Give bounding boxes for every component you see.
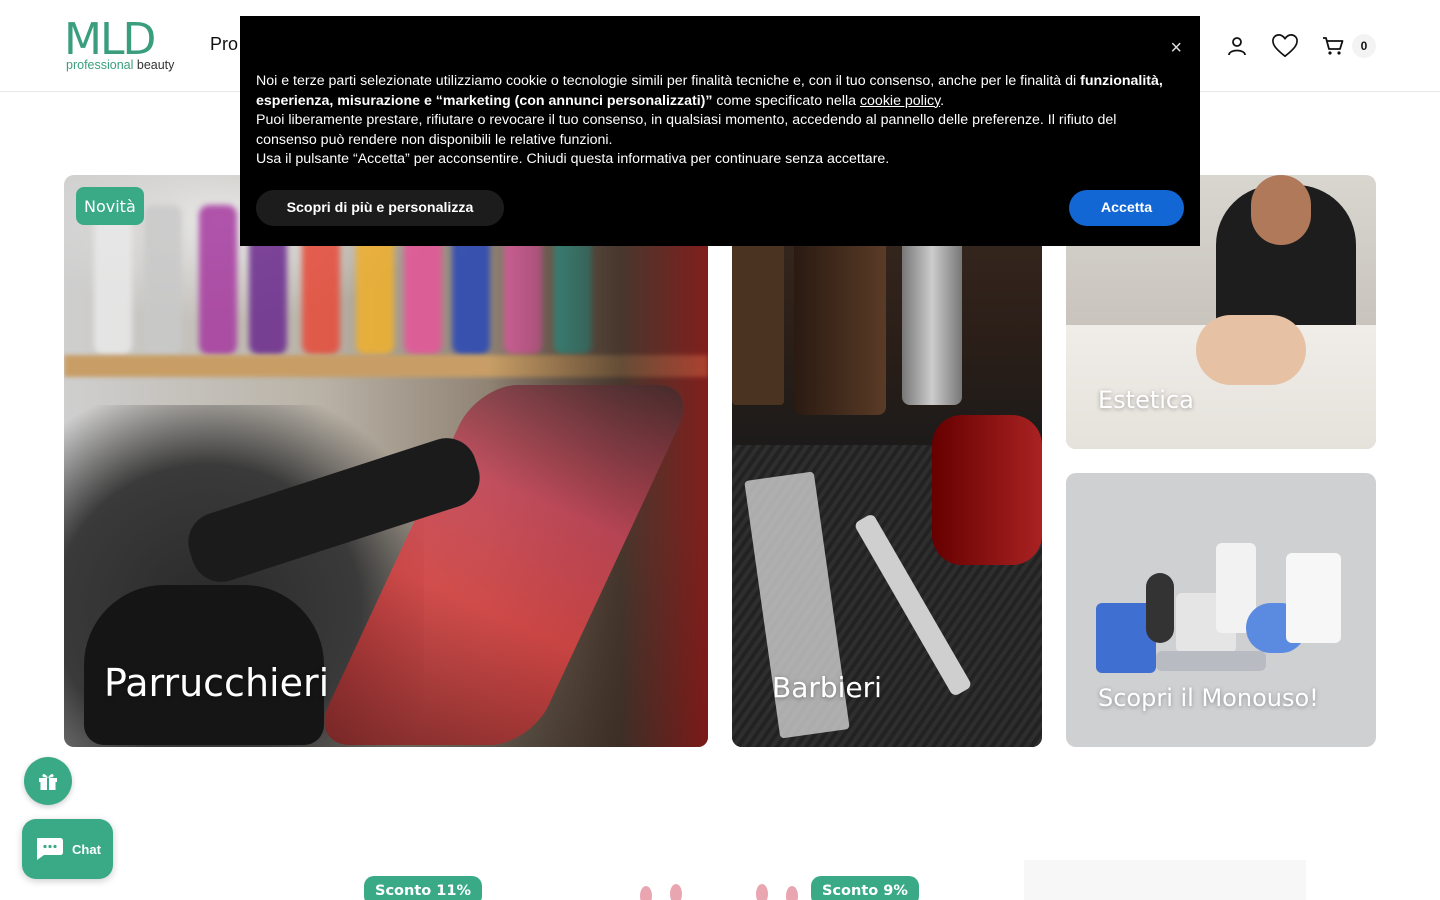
category-tile-parrucchieri[interactable]: Novità Parrucchieri <box>64 175 708 747</box>
cart[interactable]: 0 <box>1320 33 1376 59</box>
photo-client-face <box>1196 315 1306 385</box>
cookie-text-3: Usa il pulsante “Accetta” per acconsenti… <box>256 151 890 168</box>
photo-product <box>1146 573 1174 643</box>
photo-bottle <box>199 205 237 355</box>
new-badge: Novità <box>76 187 144 225</box>
photo-clipper <box>932 415 1042 565</box>
chat-label: Chat <box>72 841 101 857</box>
cookie-policy-link[interactable]: cookie policy <box>860 93 940 109</box>
photo-bottle <box>94 205 132 355</box>
logo-tagline-a: professional <box>66 58 134 72</box>
account-icon[interactable] <box>1224 33 1250 59</box>
photo-product <box>1286 553 1341 643</box>
photo-disposables <box>1096 533 1346 673</box>
discount-badge: Sconto 9% <box>811 876 919 900</box>
category-label-estetica: Estetica <box>1098 386 1194 414</box>
photo-beautician-head <box>1251 175 1311 245</box>
close-icon[interactable]: × <box>1170 38 1182 58</box>
photo-product <box>1156 651 1266 671</box>
header-actions: 0 <box>1176 28 1376 64</box>
photo-bottle <box>732 235 784 405</box>
photo-bottle <box>144 205 182 355</box>
chat-bubble-icon <box>37 838 64 860</box>
site-logo[interactable]: MLD professional beauty <box>64 18 186 74</box>
photo-bottle <box>902 235 962 405</box>
logo-tagline: professional beauty <box>66 58 174 72</box>
cookie-banner: × Noi e terze parti selezionate utilizzi… <box>240 16 1200 246</box>
cookie-text-rest: come specificato nella <box>712 92 860 109</box>
learn-more-customize-button[interactable]: Scopri di più e personalizza <box>256 190 504 226</box>
gift-icon <box>39 774 57 790</box>
product-image[interactable] <box>1024 860 1306 900</box>
accept-button[interactable]: Accetta <box>1069 190 1184 226</box>
cart-icon[interactable] <box>1320 33 1346 59</box>
chat-button[interactable]: Chat <box>22 819 113 879</box>
rewards-button[interactable] <box>24 757 72 805</box>
category-label-monouso: Scopri il Monouso! <box>1098 684 1319 712</box>
wishlist-heart-icon[interactable] <box>1272 33 1298 59</box>
cookie-text: Noi e terze parti selezionate utilizziam… <box>256 72 1166 170</box>
product-image-gloves[interactable] <box>636 884 806 900</box>
category-tile-barbieri[interactable]: Barbieri <box>732 175 1042 747</box>
logo-tagline-b: beauty <box>133 58 175 72</box>
cookie-text-1: Noi e terze parti selezionate utilizziam… <box>256 73 1081 89</box>
cart-count-badge: 0 <box>1352 34 1376 58</box>
category-label-parrucchieri: Parrucchieri <box>104 661 330 705</box>
nav-item-products[interactable]: Pro <box>210 34 238 55</box>
logo-mark: MLD <box>64 14 156 65</box>
discount-badge: Sconto 11% <box>364 876 482 900</box>
category-label-barbieri: Barbieri <box>772 671 882 704</box>
cookie-text-end: . <box>940 92 945 109</box>
category-tile-monouso[interactable]: Scopri il Monouso! <box>1066 473 1376 747</box>
cookie-text-2: Puoi liberamente prestare, rifiutare o r… <box>256 112 1117 148</box>
